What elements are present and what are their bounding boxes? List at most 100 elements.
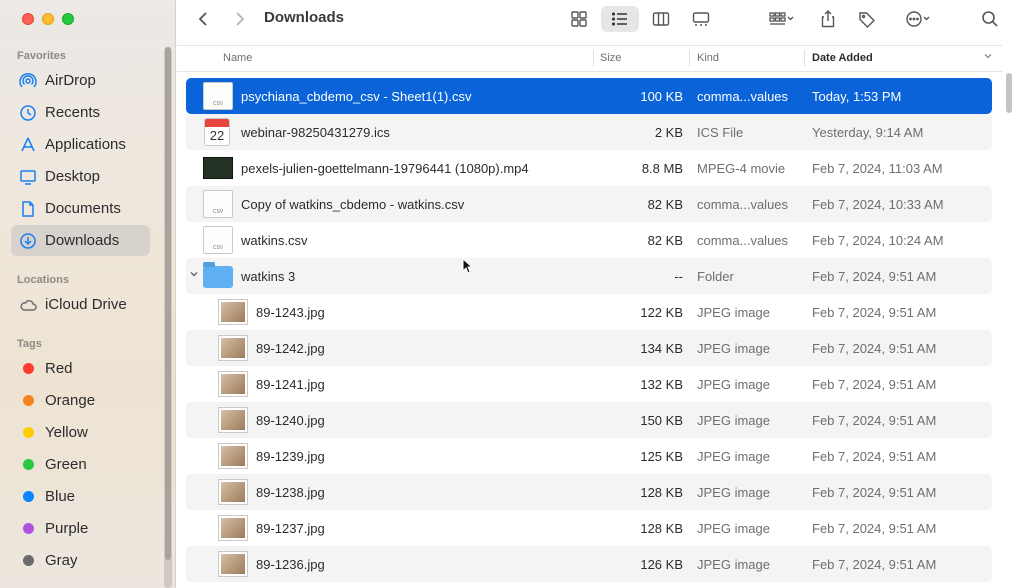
search-button[interactable]: [979, 7, 1001, 31]
column-header-date-added[interactable]: Date Added: [812, 52, 873, 64]
file-row[interactable]: 89-1243.jpg 122 KB JPEG image Feb 7, 202…: [186, 294, 992, 330]
file-kind: JPEG image: [697, 485, 770, 500]
chevron-right-icon: [236, 12, 245, 26]
desktop-icon: [11, 168, 45, 186]
tag-orange-icon: [22, 395, 34, 406]
sidebar-item-recents[interactable]: Recents: [11, 97, 150, 128]
file-row[interactable]: watkins.csv 82 KB comma...values Feb 7, …: [186, 222, 992, 258]
file-kind: ICS File: [697, 125, 744, 140]
sidebar-item-label: Desktop: [45, 168, 101, 185]
file-kind: JPEG image: [697, 449, 770, 464]
share-button[interactable]: [817, 7, 839, 31]
file-row[interactable]: pexels-julien-goettelmann-19796441 (1080…: [186, 150, 992, 186]
sidebar-item-label: Purple: [45, 520, 89, 537]
sidebar-item-documents[interactable]: Documents: [11, 193, 150, 224]
list-view-button[interactable]: [601, 6, 639, 32]
column-divider[interactable]: [689, 50, 690, 67]
sidebar-scrollbar-thumb[interactable]: [165, 47, 171, 560]
file-name: 89-1237.jpg: [256, 521, 325, 536]
zoom-window-button[interactable]: [62, 13, 74, 25]
file-kind: comma...values: [697, 197, 789, 212]
chevron-left-icon: [198, 12, 207, 26]
file-row[interactable]: 89-1238.jpg 128 KB JPEG image Feb 7, 202…: [186, 474, 992, 510]
file-date-added: Feb 7, 2024, 9:51 AM: [812, 413, 937, 428]
file-row[interactable]: 89-1240.jpg 150 KB JPEG image Feb 7, 202…: [186, 402, 992, 438]
tag-icon: [859, 12, 875, 28]
folder-row[interactable]: watkins 3 -- Folder Feb 7, 2024, 9:51 AM: [186, 258, 992, 294]
sidebar-item-tag-green[interactable]: Green: [11, 449, 150, 480]
column-view-button[interactable]: [649, 7, 673, 31]
file-size: 82 KB: [647, 233, 683, 248]
tag-red-icon: [22, 363, 34, 374]
folder-icon: [203, 262, 233, 288]
sidebar-item-downloads[interactable]: Downloads: [11, 225, 150, 256]
file-date-added: Feb 7, 2024, 10:33 AM: [812, 197, 944, 212]
sidebar-item-label: Green: [45, 456, 87, 473]
file-name: 89-1241.jpg: [256, 377, 325, 392]
disclosure-chevron-icon[interactable]: [189, 269, 199, 282]
file-row[interactable]: 89-1236.jpg 126 KB JPEG image Feb 7, 202…: [186, 546, 992, 582]
file-size: 126 KB: [640, 557, 683, 572]
file-name: webinar-98250431279.ics: [241, 125, 390, 140]
file-row[interactable]: 89-1237.jpg 128 KB JPEG image Feb 7, 202…: [186, 510, 992, 546]
sidebar-item-label: iCloud Drive: [45, 296, 127, 313]
sidebar-item-applications[interactable]: Applications: [11, 129, 150, 160]
sidebar-item-label: Applications: [45, 136, 126, 153]
tags-button[interactable]: [856, 7, 878, 31]
column-divider[interactable]: [804, 50, 805, 67]
file-name: 89-1243.jpg: [256, 305, 325, 320]
sidebar-item-desktop[interactable]: Desktop: [11, 161, 150, 192]
sidebar-item-airdrop[interactable]: AirDrop: [11, 65, 150, 96]
file-kind: JPEG image: [697, 341, 770, 356]
file-date-added: Today, 1:53 PM: [812, 89, 902, 104]
column-header-size[interactable]: Size: [600, 52, 621, 64]
file-row[interactable]: 89-1242.jpg 134 KB JPEG image Feb 7, 202…: [186, 330, 992, 366]
file-name: 89-1240.jpg: [256, 413, 325, 428]
file-row[interactable]: psychiana_cbdemo_csv - Sheet1(1).csv 100…: [186, 78, 992, 114]
file-name: 89-1239.jpg: [256, 449, 325, 464]
tag-yellow-icon: [22, 427, 34, 438]
tag-gray-icon: [22, 555, 34, 566]
file-size: 128 KB: [640, 521, 683, 536]
file-size: 134 KB: [640, 341, 683, 356]
sidebar-item-tag-gray[interactable]: Gray: [11, 545, 150, 576]
minimize-window-button[interactable]: [42, 13, 54, 25]
sidebar-scrollbar[interactable]: [164, 47, 172, 588]
close-window-button[interactable]: [22, 13, 34, 25]
file-list-scrollbar[interactable]: [1004, 73, 1014, 588]
icon-view-button[interactable]: [567, 7, 591, 31]
sidebar-item-label: Documents: [45, 200, 121, 217]
group-by-button[interactable]: [761, 7, 801, 31]
file-size: 132 KB: [640, 377, 683, 392]
column-divider[interactable]: [593, 50, 594, 67]
column-header-kind[interactable]: Kind: [697, 52, 719, 64]
tag-blue-icon: [22, 491, 34, 502]
sidebar-item-icloud-drive[interactable]: iCloud Drive: [11, 289, 150, 320]
more-actions-button[interactable]: [898, 7, 938, 31]
file-size: 150 KB: [640, 413, 683, 428]
sidebar-item-tag-red[interactable]: Red: [11, 353, 150, 384]
sidebar-item-tag-yellow[interactable]: Yellow: [11, 417, 150, 448]
sidebar-item-tag-orange[interactable]: Orange: [11, 385, 150, 416]
video-file-icon: [203, 157, 233, 179]
file-kind: JPEG image: [697, 413, 770, 428]
calendar-file-icon: 22: [204, 118, 230, 146]
gallery-view-button[interactable]: [689, 7, 713, 31]
forward-button[interactable]: [229, 7, 249, 31]
sidebar-item-tag-purple[interactable]: Purple: [11, 513, 150, 544]
back-button[interactable]: [194, 7, 214, 31]
toolbar: Downloads: [177, 0, 1016, 45]
file-row[interactable]: 89-1241.jpg 132 KB JPEG image Feb 7, 202…: [186, 366, 992, 402]
chevron-down-icon[interactable]: [983, 51, 993, 64]
file-list-scrollbar-thumb[interactable]: [1006, 73, 1012, 113]
file-row[interactable]: 89-1239.jpg 125 KB JPEG image Feb 7, 202…: [186, 438, 992, 474]
sidebar-item-tag-blue[interactable]: Blue: [11, 481, 150, 512]
window-controls: [22, 13, 74, 25]
file-row[interactable]: 22 webinar-98250431279.ics 2 KB ICS File…: [186, 114, 992, 150]
file-row[interactable]: Copy of watkins_cbdemo - watkins.csv 82 …: [186, 186, 992, 222]
file-size: 122 KB: [640, 305, 683, 320]
sidebar-item-label: Orange: [45, 392, 96, 409]
column-header-name[interactable]: Name: [223, 52, 252, 64]
file-name: psychiana_cbdemo_csv - Sheet1(1).csv: [241, 89, 472, 104]
sidebar-item-label: Downloads: [45, 232, 120, 249]
